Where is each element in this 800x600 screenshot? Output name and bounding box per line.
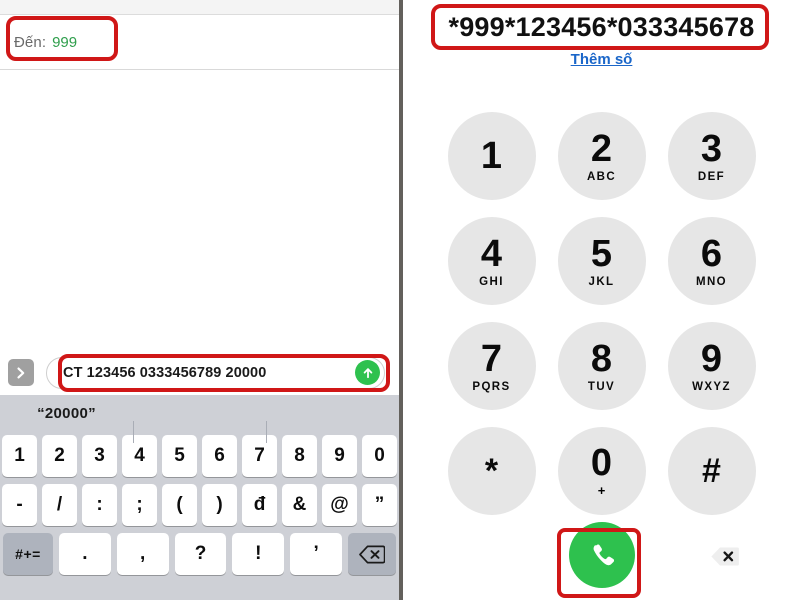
backspace-icon <box>711 547 739 565</box>
on-screen-keyboard: “20000” 1 2 3 4 5 6 7 8 9 0 - / : ; () … <box>0 395 399 600</box>
dialpad-letters: TUV <box>587 380 616 393</box>
dialpad-key-3[interactable]: 3 DEF <box>667 112 756 200</box>
dialpad-key-9[interactable]: 9 WXYZ <box>667 322 756 410</box>
dialpad-key-2[interactable]: 2 ABC <box>557 112 646 200</box>
key-5[interactable]: 5 <box>162 435 197 477</box>
add-number-link[interactable]: Thêm số <box>571 51 633 68</box>
dialer-action-row <box>403 518 800 592</box>
dialpad-letters: ABC <box>586 170 617 183</box>
phone-icon <box>593 544 614 566</box>
call-button[interactable] <box>568 522 635 588</box>
key-hyphen[interactable]: - <box>2 484 37 526</box>
key-7[interactable]: 7 <box>242 435 277 477</box>
key-at[interactable]: @ <box>322 484 357 526</box>
recipient-label: Đến: <box>14 33 47 51</box>
key-colon[interactable]: : <box>82 484 117 526</box>
sms-composer-panel: Đến: 999 CT 123456 0333456789 20000 “200… <box>0 0 399 600</box>
backspace-icon[interactable] <box>347 533 396 575</box>
dialpad-key-7[interactable]: 7 PQRS <box>447 322 536 410</box>
key-exclamation[interactable]: ! <box>232 533 285 575</box>
status-band <box>0 0 399 15</box>
key-4[interactable]: 4 <box>122 435 157 477</box>
key-semicolon[interactable]: ; <box>122 484 157 526</box>
dialpad-letters: GHI <box>479 275 504 288</box>
dialpad-digit: 5 <box>590 232 613 275</box>
dialpad-digit: 8 <box>590 337 613 380</box>
dialpad-key-4[interactable]: 4 GHI <box>447 217 536 305</box>
dialpad-letters: PQRS <box>472 380 511 393</box>
key-comma[interactable]: , <box>116 533 169 575</box>
key-3[interactable]: 3 <box>82 435 117 477</box>
dialpad-digit: 3 <box>700 127 723 170</box>
key-6[interactable]: 6 <box>202 435 237 477</box>
dialpad-key-5[interactable]: 5 JKL <box>557 217 646 305</box>
dialpad-digit: * <box>484 452 499 490</box>
dialpad-letters: MNO <box>695 275 728 288</box>
dialpad-plus: + <box>597 483 606 498</box>
dialpad-key-pound[interactable]: # <box>667 427 756 515</box>
message-compose-text: CT 123456 0333456789 20000 <box>63 364 267 381</box>
key-paren-close[interactable]: ) <box>202 484 237 526</box>
key-ampersand[interactable]: & <box>282 484 317 526</box>
send-button[interactable] <box>355 360 380 385</box>
delete-digit-button[interactable] <box>708 544 742 568</box>
dialpad-digit: 9 <box>700 337 723 380</box>
dialpad-digit: 4 <box>480 232 503 275</box>
key-slash[interactable]: / <box>42 484 77 526</box>
dialpad-digit: # <box>702 452 721 490</box>
chevron-right-icon[interactable] <box>8 359 34 386</box>
dialpad-digit: 6 <box>700 232 723 275</box>
keyboard-row-symbols: - / : ; ( ) đ & @ ” <box>0 484 399 526</box>
recipient-value: 999 <box>52 33 78 51</box>
arrow-up-icon <box>363 367 372 378</box>
key-0[interactable]: 0 <box>362 435 397 477</box>
dialpad-key-6[interactable]: 6 MNO <box>667 217 756 305</box>
dialpad-digit: 2 <box>590 127 613 170</box>
dialpad: 1 2 ABC 3 DEF 4 GHI 5 JKL 6 MNO 7 PQRS 8… <box>437 112 767 515</box>
dialpad-letters: JKL <box>588 275 615 288</box>
suggestion-item[interactable]: “20000” <box>0 405 133 422</box>
key-quote[interactable]: ” <box>362 484 397 526</box>
key-paren-open[interactable]: ( <box>162 484 197 526</box>
key-9[interactable]: 9 <box>322 435 357 477</box>
keyboard-row-punctuation: #+= . , ? ! ’ <box>0 533 399 575</box>
dialpad-digit: 1 <box>480 135 503 177</box>
screenshot-root: Đến: 999 CT 123456 0333456789 20000 “200… <box>0 0 800 600</box>
key-apostrophe[interactable]: ’ <box>290 533 342 575</box>
dialpad-key-0[interactable]: 0 + <box>557 427 646 515</box>
dialpad-key-8[interactable]: 8 TUV <box>557 322 646 410</box>
dialpad-digit: 0 <box>590 442 613 484</box>
dialpad-letters: WXYZ <box>692 380 731 393</box>
message-compose-field[interactable]: CT 123456 0333456789 20000 <box>46 356 385 389</box>
dialpad-digit: 7 <box>480 337 503 380</box>
keyboard-row-numbers: 1 2 3 4 5 6 7 8 9 0 <box>0 435 399 477</box>
key-dong[interactable]: đ <box>242 484 277 526</box>
key-period[interactable]: . <box>59 533 111 575</box>
compose-bar: CT 123456 0333456789 20000 <box>0 350 399 395</box>
dialed-number-field[interactable]: *999*123456*033345678 <box>448 12 754 43</box>
suggestion-bar: “20000” <box>0 395 399 443</box>
recipient-field[interactable]: Đến: 999 <box>0 15 399 70</box>
key-question[interactable]: ? <box>174 533 227 575</box>
key-1[interactable]: 1 <box>2 435 37 477</box>
key-8[interactable]: 8 <box>282 435 317 477</box>
dialpad-letters: DEF <box>697 170 726 183</box>
key-symbols-toggle[interactable]: #+= <box>3 533 53 575</box>
phone-dialer-panel: *999*123456*033345678 Thêm số 1 2 ABC 3 … <box>403 0 800 600</box>
key-2[interactable]: 2 <box>42 435 77 477</box>
dialpad-key-star[interactable]: * <box>447 427 536 515</box>
dialpad-key-1[interactable]: 1 <box>447 112 536 200</box>
